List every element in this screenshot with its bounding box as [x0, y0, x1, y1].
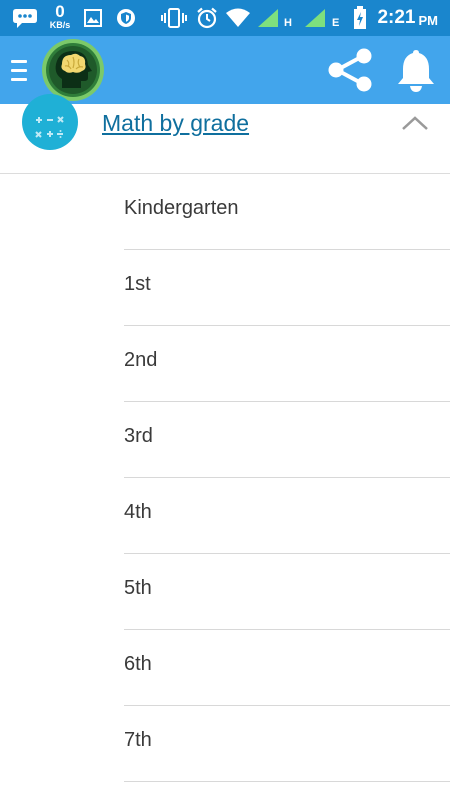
grade-list: Kindergarten 1st 2nd 3rd 4th 5th 6th 7th [0, 174, 450, 782]
grade-label: 3rd [124, 425, 153, 447]
signal-icon [302, 0, 328, 36]
share-button[interactable] [322, 42, 378, 98]
clock-ampm: PM [418, 12, 439, 28]
vpn-shield-icon [114, 0, 138, 36]
wifi-icon [224, 0, 252, 36]
vibrate-icon [160, 0, 188, 36]
image-icon [82, 0, 104, 36]
list-item-7th[interactable]: 7th [124, 706, 450, 782]
grade-label: 1st [124, 273, 151, 295]
list-item-6th[interactable]: 6th [124, 630, 450, 706]
grade-label: 5th [124, 577, 152, 599]
grade-label: 4th [124, 501, 152, 523]
list-item-5th[interactable]: 5th [124, 554, 450, 630]
status-bar: 0 KB/s H E 2:21 PM [0, 0, 450, 36]
alarm-icon [194, 0, 220, 36]
section-title[interactable]: Math by grade [102, 110, 249, 137]
network-type-2: E [332, 17, 340, 29]
section-header[interactable]: Math by grade [0, 94, 450, 174]
collapse-button[interactable] [398, 110, 432, 136]
list-item-4th[interactable]: 4th [124, 478, 450, 554]
brain-logo-icon[interactable] [40, 38, 106, 102]
menu-icon[interactable] [6, 52, 32, 88]
bell-icon [398, 50, 434, 92]
list-item-1st[interactable]: 1st [124, 250, 450, 326]
share-icon [328, 48, 372, 92]
clock: 2:21 PM [377, 0, 438, 36]
data-speed-unit: KB/s [49, 20, 71, 30]
data-speed-value: 0 [55, 2, 65, 21]
grade-label: 7th [124, 729, 152, 751]
clock-time: 2:21 [377, 7, 416, 28]
grade-label: Kindergarten [124, 197, 239, 219]
notifications-button[interactable] [390, 42, 442, 98]
chevron-up-icon [402, 116, 428, 130]
list-item-2nd[interactable]: 2nd [124, 326, 450, 402]
grade-label: 6th [124, 653, 152, 675]
chat-bubble-icon [10, 0, 40, 36]
battery-charging-icon [350, 0, 370, 36]
signal-icon [256, 0, 280, 36]
data-speed-indicator: 0 KB/s [47, 3, 73, 33]
grade-label: 2nd [124, 349, 158, 371]
math-operators-icon [22, 94, 78, 150]
network-type-1: H [284, 17, 292, 29]
list-item-3rd[interactable]: 3rd [124, 402, 450, 478]
list-item-kindergarten[interactable]: Kindergarten [124, 174, 450, 250]
